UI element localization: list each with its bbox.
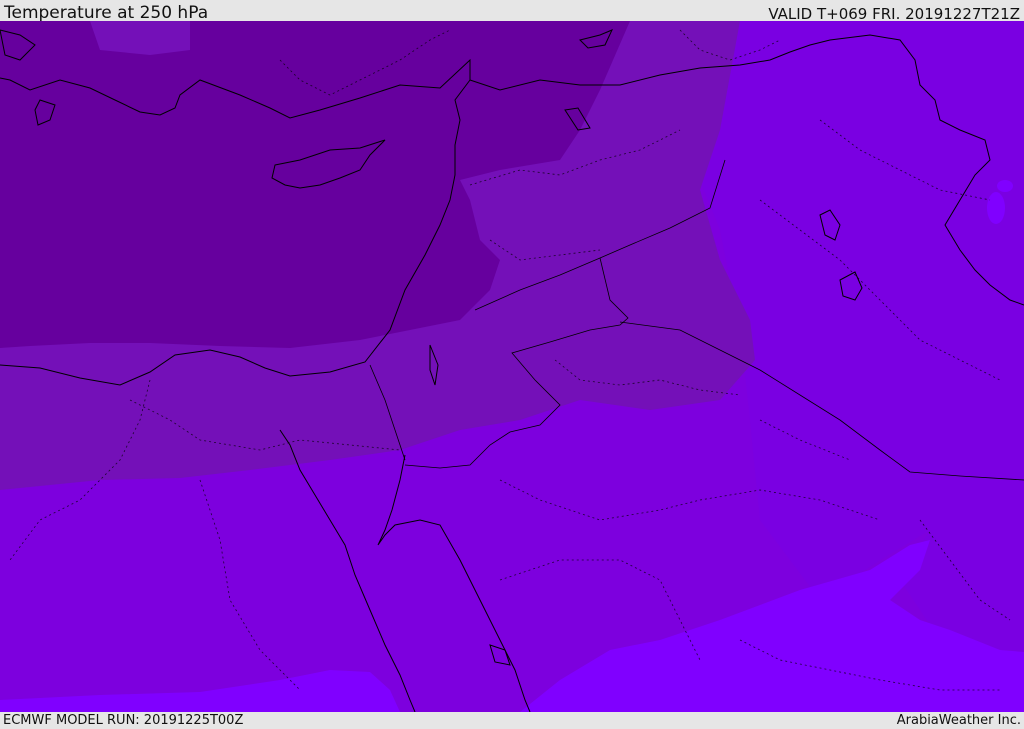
model-run-label: ECMWF MODEL RUN: 20191225T00Z bbox=[3, 713, 244, 728]
credit-label: ArabiaWeather Inc. bbox=[896, 713, 1021, 728]
header-bar: Temperature at 250 hPa VALID T+069 FRI. … bbox=[0, 0, 1024, 23]
map-title: Temperature at 250 hPa bbox=[4, 3, 209, 23]
temperature-map bbox=[0, 21, 1024, 712]
